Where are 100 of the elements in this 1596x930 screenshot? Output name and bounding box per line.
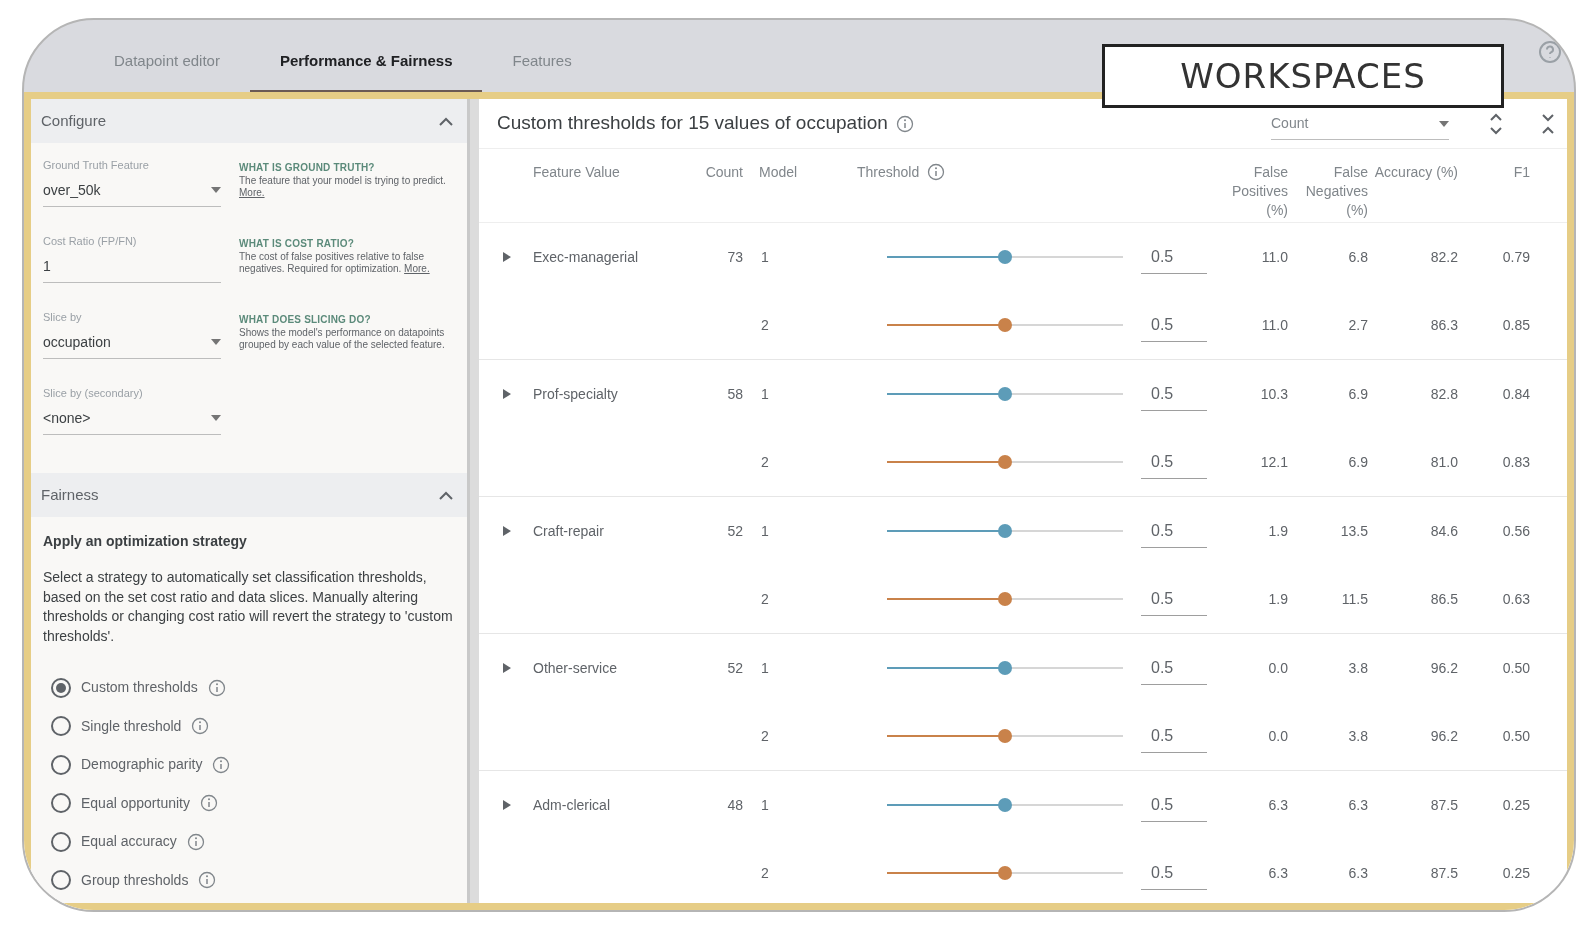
slider-thumb[interactable]: [998, 318, 1012, 332]
radio-button[interactable]: [51, 870, 71, 891]
input-field[interactable]: 1: [43, 249, 221, 283]
count-cell-text: 73: [726, 247, 743, 267]
section-header[interactable]: Configure: [31, 99, 467, 143]
column-header[interactable]: Feature Value: [533, 163, 683, 182]
slider-thumb[interactable]: [998, 661, 1012, 675]
table-cell-text: 0.63: [1501, 589, 1530, 609]
radio-label[interactable]: Group thresholds: [81, 869, 189, 891]
table-cell-text: 1.9: [1267, 521, 1288, 541]
radio-button[interactable]: [51, 754, 71, 775]
radio-label[interactable]: Equal accuracy: [81, 831, 177, 853]
collapse-icon[interactable]: [439, 490, 453, 500]
threshold-input[interactable]: 0.5: [1141, 651, 1207, 685]
column-header[interactable]: Model: [743, 163, 803, 182]
threshold-input[interactable]: 0.5: [1141, 445, 1207, 479]
threshold-input[interactable]: 0.5: [1141, 788, 1207, 822]
count-cell-text: 52: [726, 658, 743, 678]
info-icon[interactable]: [212, 755, 231, 774]
table-cell-text: 0.50: [1501, 658, 1530, 678]
strategy-heading: Apply an optimization strategy: [43, 532, 248, 551]
threshold-input[interactable]: 0.5: [1141, 514, 1207, 548]
info-icon[interactable]: [198, 871, 217, 890]
threshold-input[interactable]: 0.5: [1141, 856, 1207, 890]
radio-button[interactable]: [51, 716, 71, 737]
table-cell-text: 0.79: [1501, 247, 1530, 267]
radio-label[interactable]: Single threshold: [81, 715, 182, 737]
count-cell-text: 58: [726, 384, 743, 404]
feature-value: Adm-clerical: [533, 795, 611, 815]
more-link[interactable]: More.: [239, 187, 265, 198]
threshold-input[interactable]: 0.5: [1141, 240, 1207, 274]
table-cell-text: 82.2: [1429, 247, 1458, 267]
radio-label[interactable]: Demographic parity: [81, 754, 203, 776]
select-field[interactable]: occupation: [43, 325, 221, 359]
select-field[interactable]: over_50k: [43, 173, 221, 207]
help-text: The cost of false positives relative to false negatives. Required for optimization. More.: [239, 251, 431, 275]
slider-thumb[interactable]: [998, 250, 1012, 264]
info-icon[interactable]: [191, 717, 210, 736]
radio-button[interactable]: [51, 677, 71, 698]
table-cell-text: 3.8: [1347, 658, 1368, 678]
field-label: Ground Truth Feature: [43, 158, 150, 173]
threshold-input[interactable]: 0.5: [1141, 719, 1207, 753]
table-cell-text: 6.3: [1267, 863, 1288, 883]
expander-arrow-icon[interactable]: [503, 663, 511, 673]
info-icon[interactable]: [199, 794, 218, 813]
table-cell-text: 0.0: [1267, 726, 1288, 746]
threshold-input[interactable]: 0.5: [1141, 308, 1207, 342]
column-header[interactable]: Threshold: [857, 163, 920, 182]
table-cell-text: 11.0: [1260, 247, 1288, 267]
table-cell-text: 86.5: [1429, 589, 1458, 609]
threshold-input[interactable]: 0.5: [1141, 377, 1207, 411]
radio-button[interactable]: [51, 793, 71, 814]
table-cell-text: 0.50: [1501, 726, 1530, 746]
collapse-all-icon[interactable]: [1541, 112, 1555, 135]
slider-thumb[interactable]: [998, 866, 1012, 880]
column-header[interactable]: False Negatives (%): [1288, 163, 1368, 220]
feature-value: Other-service: [533, 658, 619, 678]
slider-thumb[interactable]: [998, 524, 1012, 538]
feature-value: Craft-repair: [533, 521, 605, 541]
column-header[interactable]: False Positives (%): [1213, 163, 1288, 220]
table-cell-text: 2.7: [1347, 315, 1368, 335]
column-header[interactable]: Accuracy (%): [1368, 163, 1458, 182]
expander-arrow-icon[interactable]: [503, 526, 511, 536]
slider-thumb[interactable]: [998, 592, 1012, 606]
column-header[interactable]: F1: [1458, 163, 1530, 182]
table-cell-text: 0.83: [1501, 452, 1530, 472]
table-cell-text: 0.56: [1501, 521, 1530, 541]
radio-label[interactable]: Equal opportunity: [81, 792, 190, 814]
section-header[interactable]: Fairness: [31, 473, 467, 517]
threshold-input[interactable]: 0.5: [1141, 582, 1207, 616]
table-cell-text: 11.5: [1340, 589, 1368, 609]
info-icon[interactable]: [207, 678, 226, 697]
more-link[interactable]: More.: [404, 263, 430, 274]
help-icon[interactable]: [1538, 40, 1562, 64]
table-cell-text: 86.3: [1429, 315, 1458, 335]
info-icon[interactable]: [927, 163, 946, 182]
feature-value: Exec-managerial: [533, 247, 640, 267]
column-header[interactable]: Count: [683, 163, 743, 182]
table-cell-text: 6.9: [1347, 452, 1368, 472]
expander-arrow-icon[interactable]: [503, 389, 511, 399]
select-field[interactable]: <none>: [43, 401, 221, 435]
info-icon[interactable]: [186, 832, 205, 851]
model-cell-text: 1: [760, 521, 770, 541]
table-cell-text: 13.5: [1339, 521, 1368, 541]
expander-arrow-icon[interactable]: [503, 252, 511, 262]
radio-label[interactable]: Custom thresholds: [81, 677, 198, 699]
table-cell-text: 82.8: [1429, 384, 1458, 404]
slider-thumb[interactable]: [998, 387, 1012, 401]
expand-all-icon[interactable]: [1489, 112, 1503, 135]
slider-thumb[interactable]: [998, 729, 1012, 743]
model-cell-text: 2: [760, 726, 770, 746]
dropdown-arrow-icon: [211, 415, 221, 421]
expander-arrow-icon[interactable]: [503, 800, 511, 810]
field-label: Slice by: [43, 310, 83, 325]
slider-thumb[interactable]: [998, 798, 1012, 812]
radio-button[interactable]: [51, 831, 71, 852]
info-icon[interactable]: [895, 114, 914, 133]
collapse-icon[interactable]: [439, 116, 453, 126]
count-cell-text: 52: [726, 521, 743, 541]
slider-thumb[interactable]: [998, 455, 1012, 469]
